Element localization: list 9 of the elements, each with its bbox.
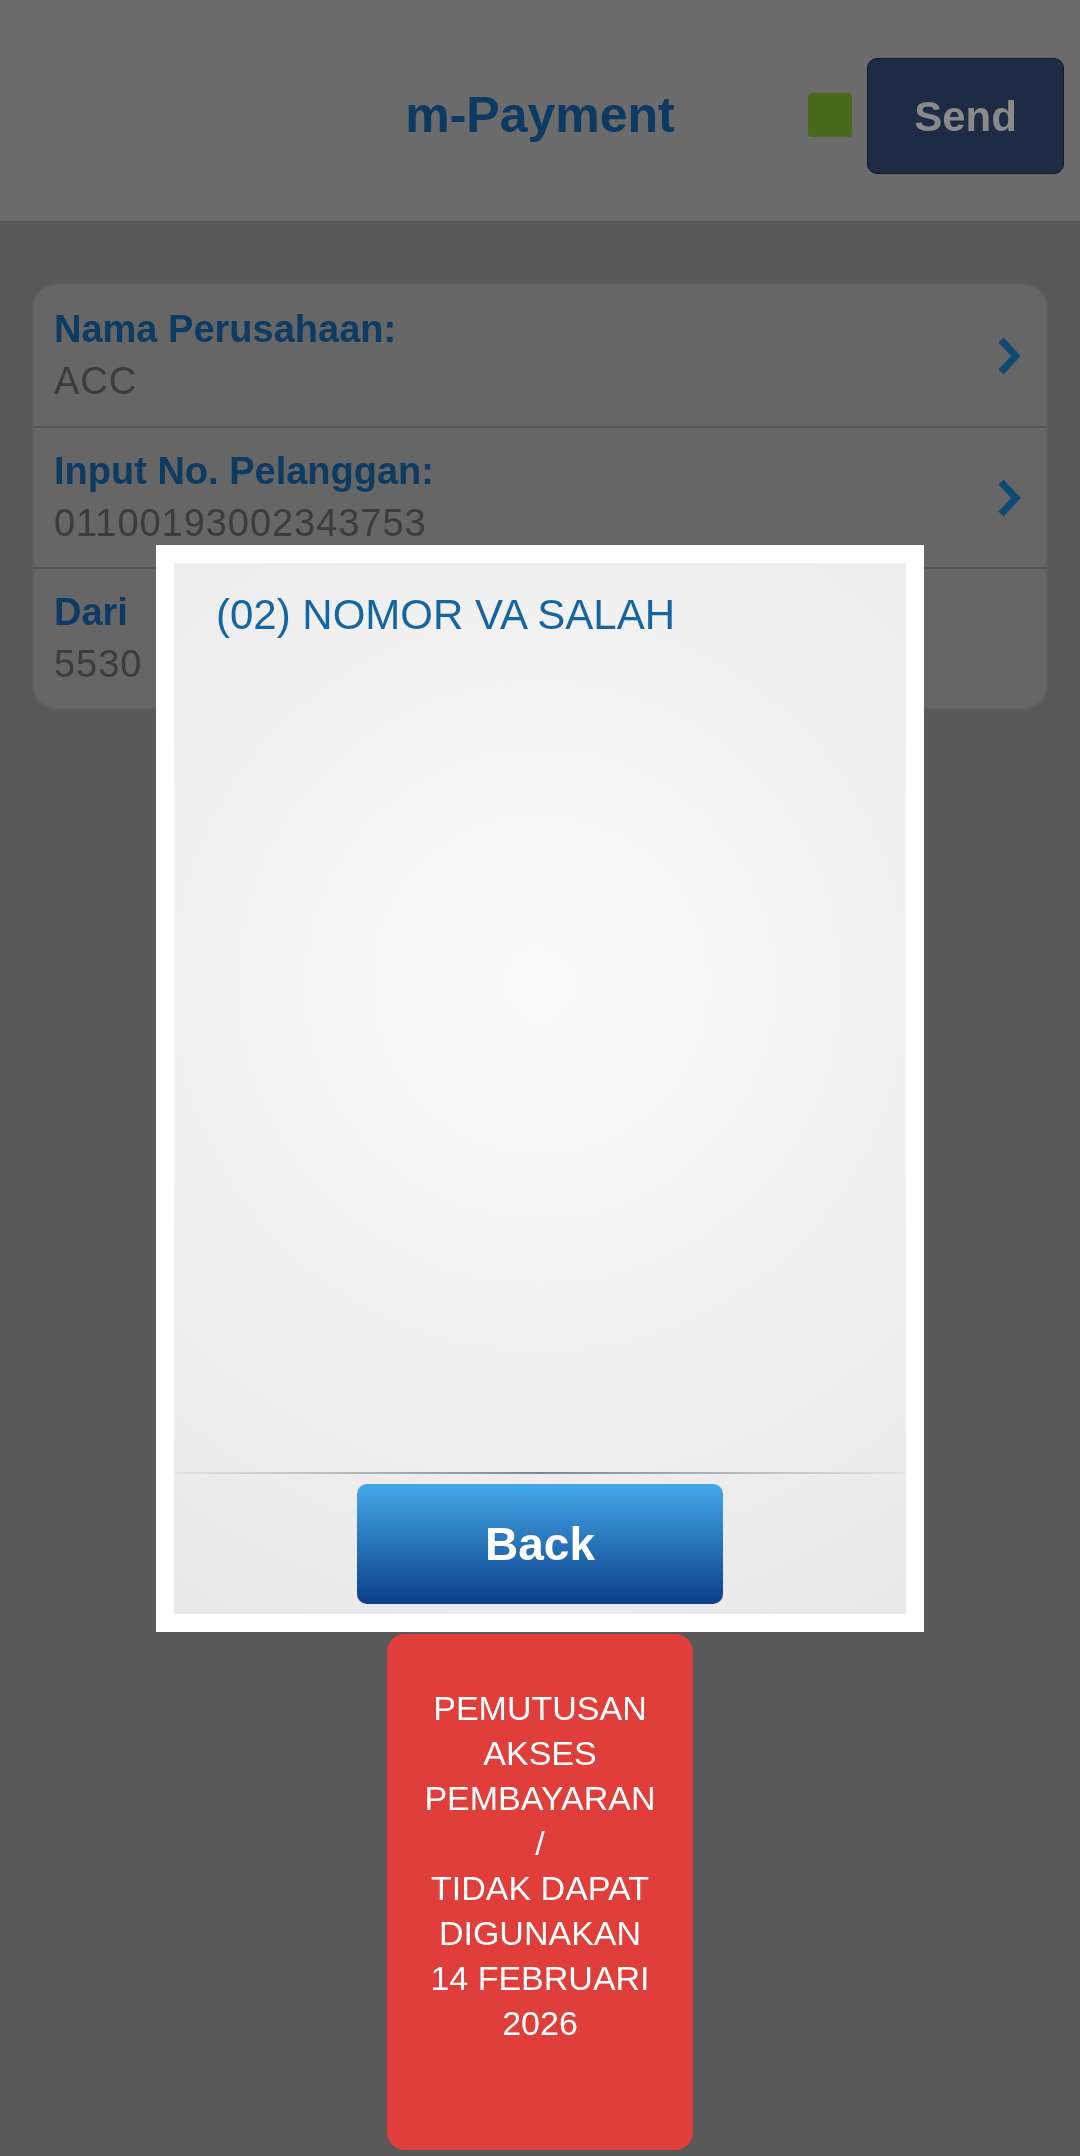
error-message: (02) NOMOR VA SALAH [216, 591, 675, 638]
back-button[interactable]: Back [357, 1484, 723, 1604]
send-button[interactable]: Send [867, 58, 1064, 174]
notice-text: PEMUTUSAN AKSES PEMBAYARAN / TIDAK DAPAT DIGUNAKAN 14 FEBRUARI 2026 [424, 1688, 656, 2044]
field-label: Nama Perusahaan: [54, 307, 397, 352]
field-label: Input No. Pelanggan: [54, 449, 434, 494]
app-title: m-Payment [405, 86, 675, 145]
field-label: Dari [54, 590, 129, 635]
status-indicator-icon [808, 93, 852, 137]
